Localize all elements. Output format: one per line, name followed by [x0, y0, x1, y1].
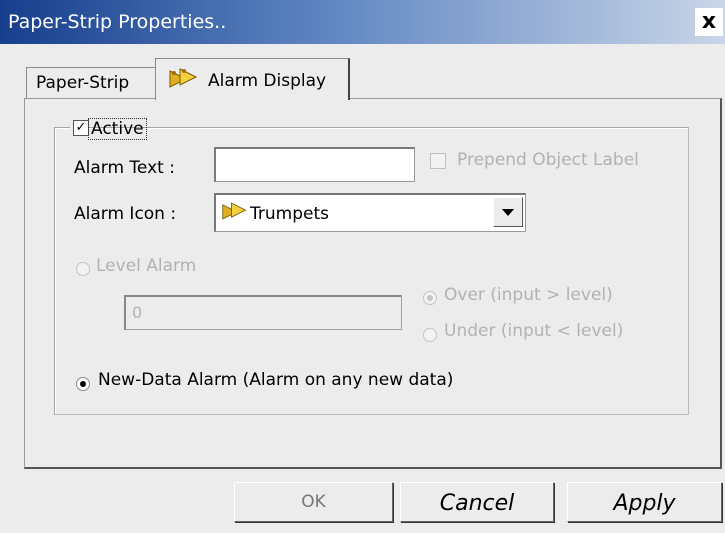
- level-input[interactable]: 0: [124, 295, 402, 330]
- cancel-label: Cancel: [439, 491, 515, 516]
- level-input-value: 0: [132, 303, 143, 322]
- alarm-icon-label: Alarm Icon :: [74, 204, 177, 224]
- tab-alarm-display-label: Alarm Display: [208, 71, 327, 91]
- apply-button[interactable]: Apply: [567, 482, 722, 522]
- over-radio[interactable]: [423, 291, 437, 305]
- cancel-button[interactable]: Cancel: [400, 482, 554, 522]
- alarm-icon-select[interactable]: Trumpets: [214, 193, 526, 232]
- title-bar: Paper-Strip Properties.. x: [0, 0, 725, 44]
- active-label: Active: [88, 118, 147, 140]
- ok-button[interactable]: OK: [234, 482, 393, 522]
- active-checkbox[interactable]: ✓: [73, 120, 89, 136]
- new-data-alarm-label: New-Data Alarm (Alarm on any new data): [98, 370, 454, 390]
- tab-alarm-display[interactable]: Alarm Display: [155, 58, 350, 100]
- under-radio[interactable]: [423, 328, 437, 342]
- new-data-alarm-radio[interactable]: [76, 377, 90, 391]
- tab-paper-strip-label: Paper-Strip: [36, 73, 130, 93]
- prepend-checkbox[interactable]: [430, 153, 446, 169]
- level-alarm-label: Level Alarm: [96, 256, 197, 276]
- under-label: Under (input < level): [444, 321, 624, 341]
- apply-label: Apply: [613, 491, 676, 516]
- ok-label: OK: [301, 492, 326, 512]
- trumpets-icon: [168, 67, 200, 94]
- prepend-label: Prepend Object Label: [457, 150, 639, 170]
- alarm-text-input[interactable]: [214, 147, 415, 182]
- trumpets-icon: [221, 201, 249, 225]
- alarm-icon-value: Trumpets: [250, 204, 329, 224]
- over-label: Over (input > level): [444, 285, 613, 305]
- tab-paper-strip[interactable]: Paper-Strip: [26, 67, 156, 98]
- dropdown-arrow-button[interactable]: [493, 197, 523, 227]
- window-title: Paper-Strip Properties..: [8, 11, 227, 33]
- close-button[interactable]: x: [695, 8, 723, 36]
- chevron-down-icon: [502, 209, 514, 216]
- level-alarm-radio[interactable]: [76, 262, 90, 276]
- alarm-text-label: Alarm Text :: [74, 158, 175, 178]
